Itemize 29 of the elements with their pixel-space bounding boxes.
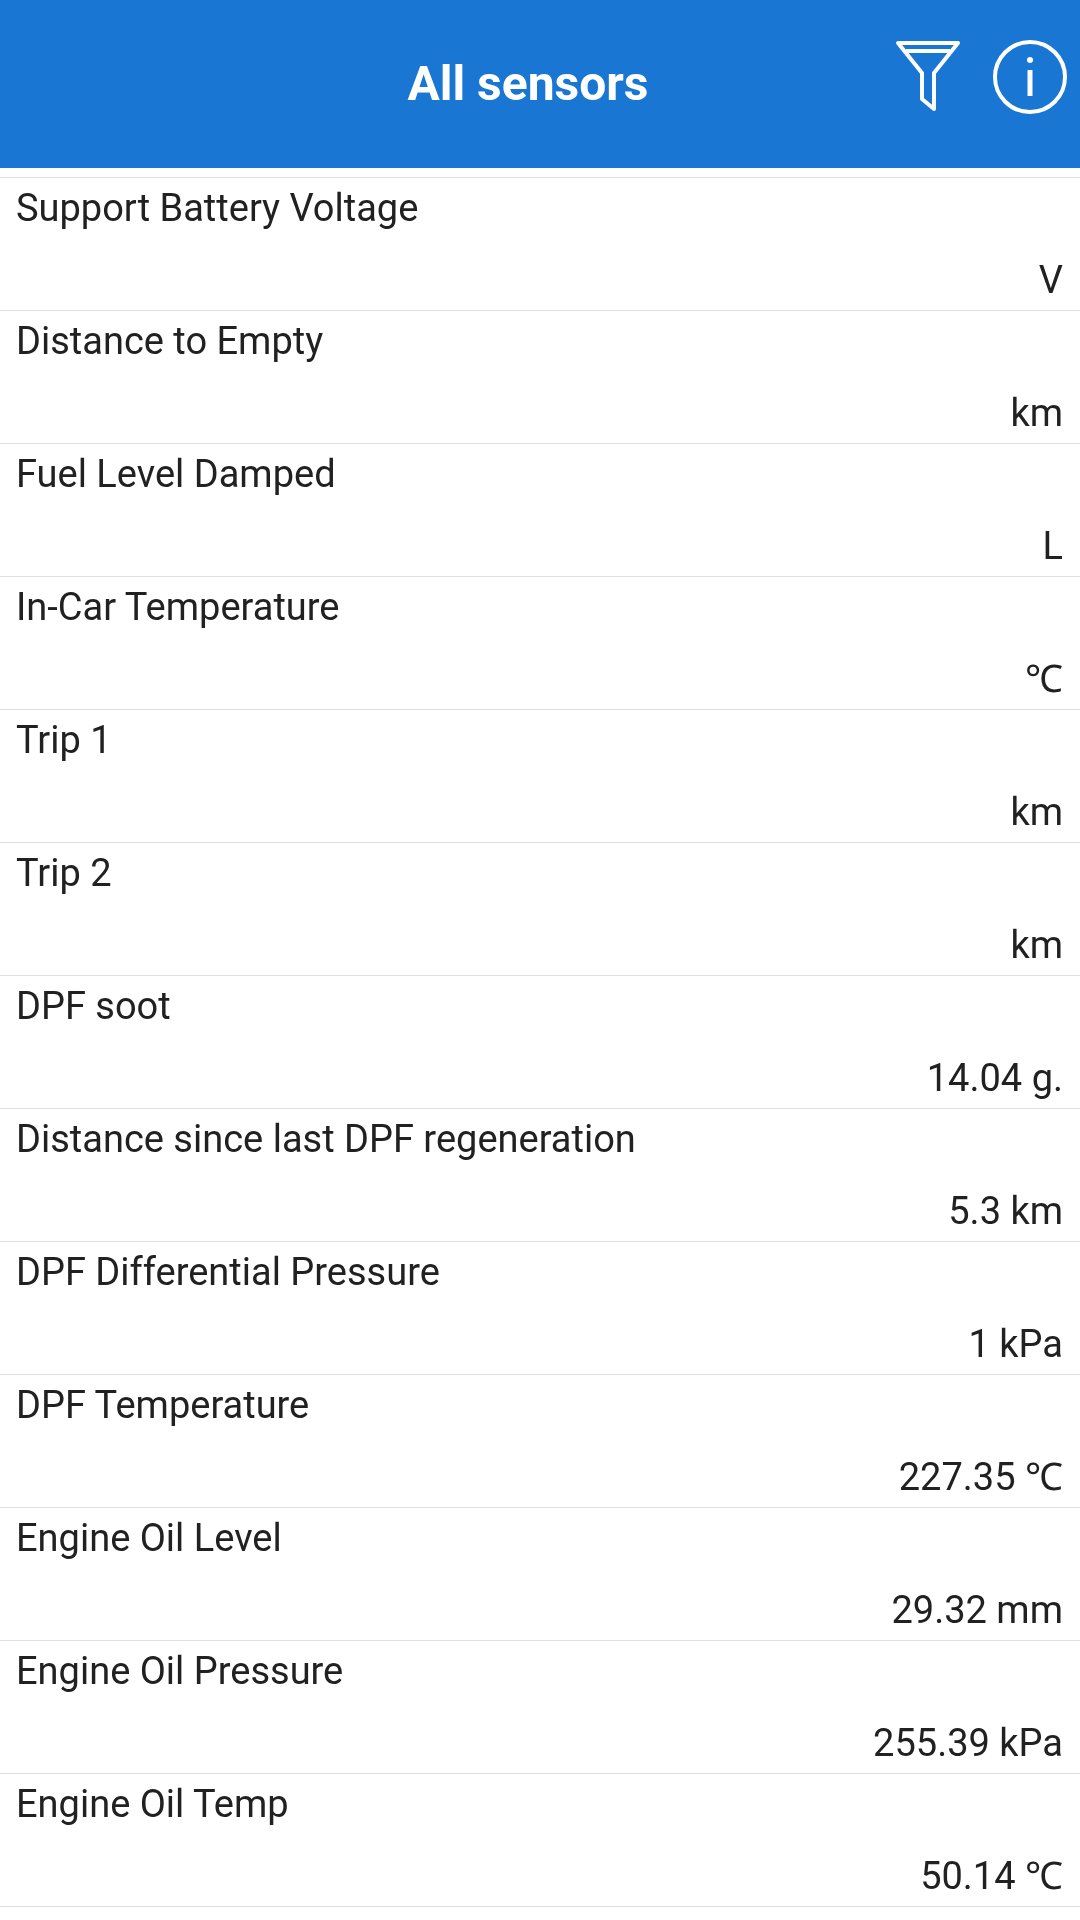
sensor-value: V	[1038, 257, 1063, 304]
sensor-value: 50.14 ℃	[920, 1853, 1063, 1900]
sensor-name: Engine Oil Pressure	[16, 1648, 344, 1695]
sensor-name: Engine Oil Level	[16, 1515, 282, 1562]
sensor-value: 14.04 g.	[926, 1055, 1063, 1102]
sensor-value: 255.39 kPa	[873, 1720, 1063, 1767]
sensor-name: Engine Oil Temp	[16, 1781, 289, 1828]
sensor-value: 5.3 km	[948, 1188, 1063, 1235]
page-title: All sensors	[407, 60, 649, 108]
sensor-value: km	[1010, 390, 1063, 437]
sensor-value: 29.32 mm	[891, 1587, 1063, 1634]
info-button[interactable]	[992, 39, 1068, 115]
sensor-name: DPF soot	[16, 983, 171, 1030]
sensor-name: In-Car Temperature	[16, 584, 340, 631]
sensor-name: Distance to Empty	[16, 318, 324, 365]
sensor-name: Trip 1	[16, 717, 112, 764]
sensor-name: Distance since last DPF regeneration	[16, 1116, 636, 1163]
sensor-value: L	[1042, 523, 1063, 570]
sensor-value: ℃	[1025, 656, 1063, 703]
sensor-name: Support Battery Voltage	[16, 185, 419, 232]
info-icon	[992, 39, 1068, 115]
sensor-name: Fuel Level Damped	[16, 451, 336, 498]
sensor-value: 227.35 ℃	[898, 1454, 1063, 1501]
sensor-name: Trip 2	[16, 850, 112, 897]
sensor-value: km	[1010, 922, 1063, 969]
sensor-name: DPF Differential Pressure	[16, 1249, 440, 1296]
sensor-name: DPF Temperature	[16, 1382, 310, 1429]
sensor-value: 1 kPa	[968, 1321, 1063, 1368]
sensor-value: km	[1010, 789, 1063, 836]
